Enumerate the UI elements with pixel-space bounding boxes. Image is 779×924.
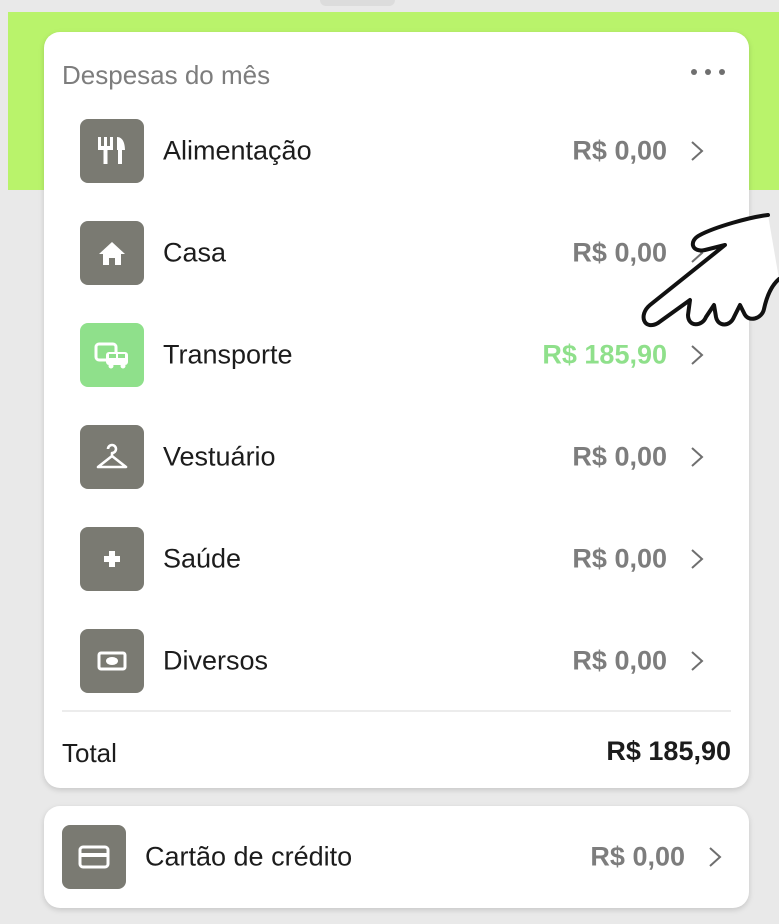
chevron-right-icon xyxy=(691,651,704,671)
chevron-right-icon xyxy=(691,549,704,569)
expense-row-alimentacao[interactable]: Alimentação R$ 0,00 xyxy=(44,100,749,202)
expense-amount: R$ 0,00 xyxy=(572,135,667,166)
pointing-hand-icon xyxy=(641,213,779,327)
expense-amount: R$ 0,00 xyxy=(572,441,667,472)
card-title: Despesas do mês xyxy=(62,60,271,90)
credit-card-amount: R$ 0,00 xyxy=(590,841,685,872)
expense-row-diversos[interactable]: Diversos R$ 0,00 xyxy=(44,610,749,712)
banknote-icon xyxy=(80,629,144,693)
expense-amount: R$ 185,90 xyxy=(542,339,667,370)
chevron-right-icon xyxy=(691,141,704,161)
more-options-icon[interactable] xyxy=(691,62,725,82)
chevron-right-icon xyxy=(691,345,704,365)
drag-handle[interactable] xyxy=(320,0,395,6)
chevron-right-icon xyxy=(709,847,722,867)
credit-card-label: Cartão de crédito xyxy=(145,841,353,872)
total-value: R$ 185,90 xyxy=(606,736,731,766)
credit-card-row[interactable]: Cartão de crédito R$ 0,00 xyxy=(44,806,749,908)
total-label: Total xyxy=(62,738,117,768)
hanger-icon xyxy=(80,425,144,489)
expense-row-vestuario[interactable]: Vestuário R$ 0,00 xyxy=(44,406,749,508)
expense-row-saude[interactable]: Saúde R$ 0,00 xyxy=(44,508,749,610)
plus-icon xyxy=(80,527,144,591)
chevron-right-icon xyxy=(691,447,704,467)
expense-label: Casa xyxy=(163,237,227,268)
expense-label: Saúde xyxy=(163,543,242,574)
expense-label: Diversos xyxy=(163,645,269,676)
credit-card-card: Cartão de crédito R$ 0,00 xyxy=(44,806,749,908)
expense-amount: R$ 0,00 xyxy=(572,645,667,676)
fork-knife-icon xyxy=(80,119,144,183)
expense-label: Transporte xyxy=(163,339,293,370)
house-icon xyxy=(80,221,144,285)
credit-card-icon xyxy=(62,825,126,889)
expense-label: Vestuário xyxy=(163,441,276,472)
vehicles-icon xyxy=(80,323,144,387)
divider xyxy=(62,710,731,712)
expenses-card: Despesas do mês Alimentação R$ 0,00 Casa… xyxy=(44,32,749,788)
expense-amount: R$ 0,00 xyxy=(572,543,667,574)
expense-label: Alimentação xyxy=(163,135,312,166)
